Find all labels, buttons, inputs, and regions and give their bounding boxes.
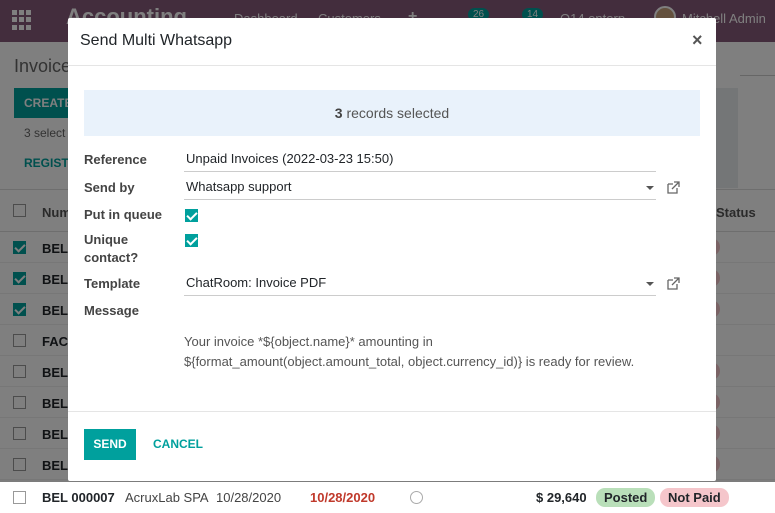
close-icon[interactable]: × — [692, 30, 703, 51]
put-in-queue-checkbox[interactable] — [185, 209, 198, 222]
template-value: ChatRoom: Invoice PDF — [186, 275, 327, 290]
send-by-value: Whatsapp support — [186, 179, 292, 194]
row-due-date: 10/28/2020 — [310, 490, 376, 505]
row-date: 10/28/2020 — [216, 490, 282, 505]
unique-contact-checkbox[interactable] — [185, 234, 198, 247]
reference-label: Reference — [84, 152, 147, 167]
dialog-header: Send Multi Whatsapp × — [68, 18, 716, 66]
records-count: 3 — [334, 105, 343, 121]
send-whatsapp-dialog: Send Multi Whatsapp × 3 records selected… — [68, 18, 716, 481]
unique-contact-label-line2: contact? — [84, 250, 139, 265]
row-ref: BEL 000007 — [42, 490, 115, 505]
external-link-icon[interactable] — [666, 181, 680, 195]
send-by-select[interactable]: Whatsapp support — [184, 176, 656, 200]
chevron-down-icon[interactable] — [646, 282, 654, 286]
row-amount: $ 29,640 — [536, 490, 587, 505]
message-body[interactable]: Your invoice *${object.name}* amounting … — [184, 332, 684, 372]
send-by-label: Send by — [84, 180, 135, 195]
put-in-queue-label: Put in queue — [84, 207, 162, 222]
row-partner: AcruxLab SPA — [125, 490, 209, 505]
payment-status-badge: Not Paid — [660, 488, 729, 507]
dialog-title: Send Multi Whatsapp — [80, 32, 233, 49]
cancel-button[interactable]: CANCEL — [153, 429, 203, 460]
reference-field[interactable]: Unpaid Invoices (2022-03-23 15:50) — [184, 148, 656, 172]
records-selected-banner: 3 records selected — [84, 90, 700, 136]
state-badge: Posted — [596, 488, 656, 507]
unique-contact-label: Unique contact? — [84, 231, 138, 267]
table-row-last[interactable]: BEL 000007 AcruxLab SPA 10/28/2020 10/28… — [0, 482, 775, 513]
external-link-icon[interactable] — [666, 277, 680, 291]
template-label: Template — [84, 276, 141, 291]
send-button[interactable]: SEND — [84, 429, 136, 460]
row-checkbox[interactable] — [13, 491, 26, 504]
clock-icon[interactable] — [410, 491, 423, 504]
message-line: Your invoice *${object.name}* amounting … — [184, 334, 433, 349]
template-select[interactable]: ChatRoom: Invoice PDF — [184, 272, 656, 296]
dialog-footer: SEND CANCEL — [68, 411, 716, 481]
records-text: records selected — [342, 105, 450, 121]
chevron-down-icon[interactable] — [646, 186, 654, 190]
unique-contact-label-line1: Unique — [84, 232, 129, 247]
message-label: Message — [84, 303, 139, 318]
message-line: ${format_amount(object.amount_total, obj… — [184, 354, 635, 369]
